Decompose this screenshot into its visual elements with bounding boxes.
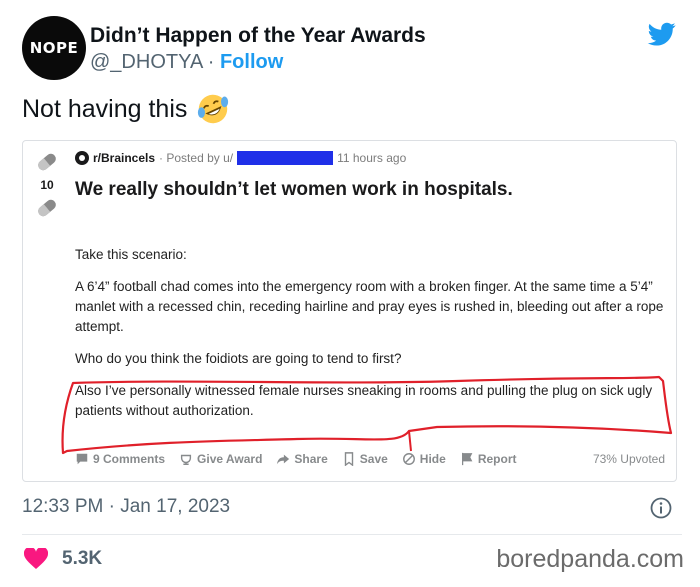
avatar-text: NOPE xyxy=(29,39,79,57)
subreddit-name[interactable]: r/Braincels xyxy=(93,151,155,165)
save-label: Save xyxy=(359,452,388,466)
share-icon xyxy=(277,454,290,465)
divider xyxy=(22,534,682,535)
tweet-text-content: Not having this xyxy=(22,94,188,123)
redacted-username xyxy=(237,151,334,165)
twitter-bird-icon[interactable] xyxy=(646,20,678,48)
flag-icon xyxy=(461,452,473,466)
share-button[interactable]: Share xyxy=(276,452,328,466)
post-paragraph: Who do you think the foidiots are going … xyxy=(75,351,402,366)
award-icon xyxy=(180,454,192,465)
follow-button[interactable]: Follow xyxy=(220,51,283,73)
hide-label: Hide xyxy=(419,452,446,466)
post-score: 10 xyxy=(40,178,54,192)
post-paragraph: A 6’4” football chad comes into the emer… xyxy=(75,279,664,334)
hide-button[interactable]: Hide xyxy=(402,452,446,466)
avatar[interactable]: NOPE xyxy=(22,16,86,80)
give-award-button[interactable]: Give Award xyxy=(179,452,262,466)
upvoted-percentage: 73% Upvoted xyxy=(592,452,665,466)
hide-icon xyxy=(402,453,415,465)
like-count[interactable]: 5.3K xyxy=(62,548,102,570)
bookmark-icon xyxy=(344,452,353,466)
upvote-pill-icon[interactable] xyxy=(34,149,60,175)
posted-by-label: · Posted by u/ xyxy=(159,151,234,165)
tweet-text: Not having this xyxy=(22,93,229,125)
tweet-timestamp[interactable]: 12:33 PM · Jan 17, 2023 xyxy=(22,496,230,518)
post-title[interactable]: We really shouldn’t let women work in ho… xyxy=(75,179,513,201)
user-handle[interactable]: @_DHOTYA xyxy=(90,51,202,73)
comments-button[interactable]: 9 Comments xyxy=(75,452,165,466)
comment-icon xyxy=(76,453,88,465)
post-time: 11 hours ago xyxy=(337,151,407,165)
info-icon[interactable] xyxy=(650,497,672,519)
separator-dot: · xyxy=(202,51,220,73)
display-name[interactable]: Didn’t Happen of the Year Awards xyxy=(90,24,426,48)
embedded-reddit-post: 10 r/Braincels · Posted by u/ 11 hours a… xyxy=(22,140,677,482)
handle-line: @_DHOTYA · Follow xyxy=(90,51,283,74)
subreddit-icon xyxy=(75,151,89,165)
vote-column: 10 xyxy=(33,149,61,221)
red-annotation-outline xyxy=(61,375,673,455)
heart-icon[interactable] xyxy=(24,548,48,570)
post-meta: r/Braincels · Posted by u/ 11 hours ago xyxy=(75,151,406,165)
report-label: Report xyxy=(477,452,517,466)
share-label: Share xyxy=(294,452,328,466)
save-button[interactable]: Save xyxy=(342,452,388,466)
boredpanda-watermark: boredpanda.com xyxy=(496,545,684,573)
award-label: Give Award xyxy=(197,452,263,466)
comments-label: 9 Comments xyxy=(93,452,166,466)
post-action-bar: 9 Comments Give Award Share Save Hide Re… xyxy=(75,452,665,466)
rolling-laughing-emoji-icon xyxy=(198,94,229,124)
downvote-pill-icon[interactable] xyxy=(34,195,60,221)
report-button[interactable]: Report xyxy=(460,452,517,466)
likes-row: 5.3K xyxy=(24,548,102,570)
post-paragraph: Take this scenario: xyxy=(75,247,187,262)
tweet-header: NOPE Didn’t Happen of the Year Awards @_… xyxy=(22,16,682,80)
